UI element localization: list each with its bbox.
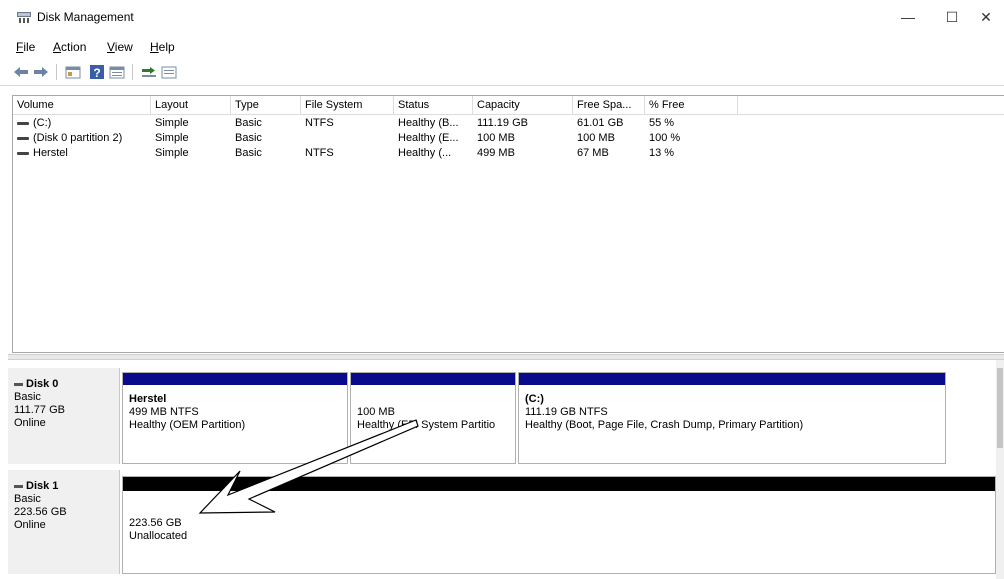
annotation-arrow xyxy=(198,419,419,514)
disk-management-window: Disk Management — ☐ ✕ File Action View H… xyxy=(0,0,1004,579)
